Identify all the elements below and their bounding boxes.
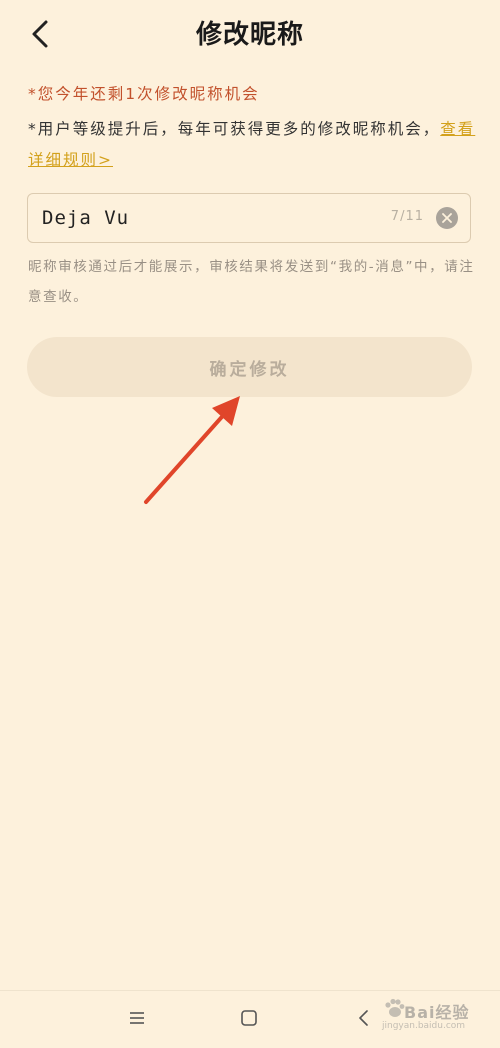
page-title: 修改昵称 — [195, 20, 304, 50]
char-count: 7/11 — [390, 209, 424, 224]
remaining-changes-notice: *您今年还剩1次修改昵称机会 — [28, 85, 260, 103]
menu-button[interactable] — [122, 1005, 152, 1031]
upgrade-notice-text: *用户等级提升后，每年可获得更多的修改昵称机会， — [28, 120, 441, 138]
square-icon — [241, 1010, 257, 1026]
baidu-jingyan-watermark: Bai经验 jingyan.baidu.com — [382, 995, 492, 1037]
upgrade-notice: *用户等级提升后，每年可获得更多的修改昵称机会，查看详细规则> — [28, 114, 476, 176]
nickname-field: 7/11 — [27, 193, 471, 243]
watermark-text: Bai经验 — [404, 1003, 470, 1022]
nickname-input[interactable] — [42, 194, 372, 242]
review-hint: 昵称审核通过后才能展示，审核结果将发送到“我的-消息”中，请注意查收。 — [28, 259, 475, 305]
chevron-left-icon — [359, 1010, 368, 1026]
confirm-change-button[interactable]: 确定修改 — [27, 337, 472, 397]
top-bar: 修改昵称 — [0, 0, 500, 66]
close-icon — [442, 213, 452, 223]
home-button[interactable] — [234, 1005, 264, 1031]
watermark-url: jingyan.baidu.com — [382, 1021, 466, 1031]
nav-back-button[interactable] — [348, 1005, 378, 1031]
clear-button[interactable] — [436, 207, 458, 229]
paw-logo-icon — [385, 998, 405, 1017]
menu-icon — [130, 1012, 144, 1024]
